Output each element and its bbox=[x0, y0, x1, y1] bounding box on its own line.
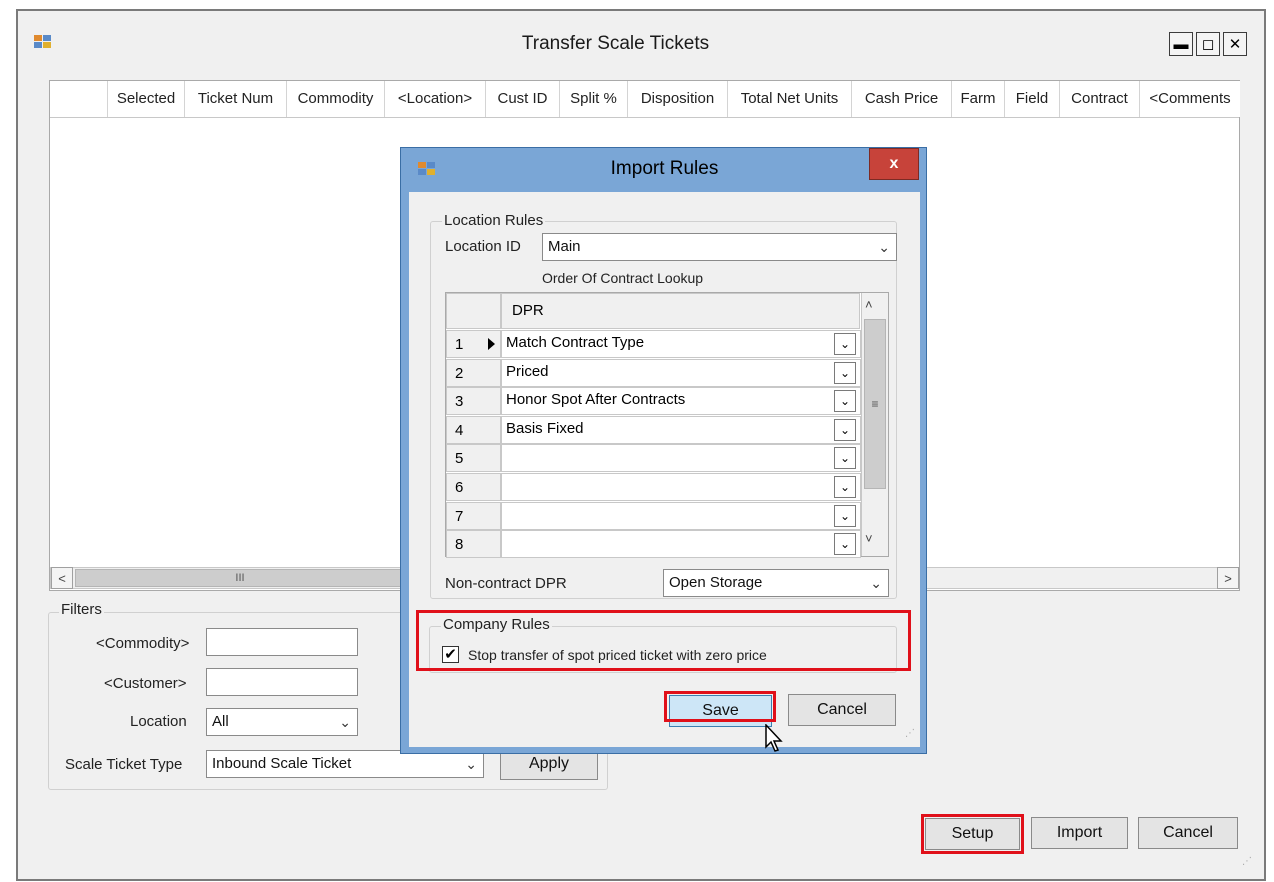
col-farm[interactable]: Farm bbox=[952, 81, 1005, 117]
scroll-down-icon[interactable]: ˅ bbox=[865, 531, 873, 546]
col-commodity[interactable]: Commodity bbox=[287, 81, 385, 117]
chevron-down-icon[interactable]: ⌄ bbox=[834, 447, 856, 470]
dpr-row-cell[interactable]: Priced bbox=[501, 358, 861, 387]
dpr-row-number[interactable]: 7 bbox=[446, 501, 501, 530]
mouse-cursor-icon bbox=[765, 724, 783, 752]
current-row-indicator-icon bbox=[488, 338, 495, 350]
col-field[interactable]: Field bbox=[1005, 81, 1060, 117]
col-cash-price[interactable]: Cash Price bbox=[852, 81, 952, 117]
chevron-down-icon[interactable]: ⌄ bbox=[834, 418, 856, 441]
dpr-row-cell[interactable]: Basis Fixed bbox=[501, 415, 861, 444]
location-select[interactable]: All ⌄ bbox=[206, 708, 358, 736]
col-comments[interactable]: <Comments bbox=[1140, 81, 1240, 117]
commodity-input[interactable] bbox=[206, 628, 358, 656]
maximize-button[interactable]: ◻ bbox=[1196, 32, 1220, 56]
dialog-resize-grip[interactable]: ⋰ bbox=[905, 728, 915, 739]
dpr-row-cell[interactable] bbox=[501, 501, 861, 530]
location-value: All bbox=[212, 713, 229, 730]
dpr-row-value: Basis Fixed bbox=[506, 419, 584, 437]
location-id-select[interactable]: Main ⌄ bbox=[542, 233, 897, 261]
dpr-row-value: Match Contract Type bbox=[506, 334, 645, 351]
dpr-row-number[interactable]: 6 bbox=[446, 473, 501, 501]
col-total-net-units[interactable]: Total Net Units bbox=[728, 81, 852, 117]
dpr-row-cell[interactable] bbox=[501, 530, 861, 559]
location-rules-label: Location Rules bbox=[442, 212, 546, 229]
vertical-scrollbar[interactable]: ˄ ≡ ˅ bbox=[861, 293, 888, 556]
scroll-thumb[interactable]: III bbox=[75, 569, 405, 587]
header-divider bbox=[50, 117, 1239, 118]
ticket-type-label: Scale Ticket Type bbox=[65, 756, 183, 773]
chevron-down-icon[interactable]: ⌄ bbox=[834, 361, 856, 384]
dpr-row-value: Honor Spot After Contracts bbox=[506, 391, 686, 409]
scroll-left-button[interactable]: < bbox=[51, 567, 73, 589]
col-split[interactable]: Split % bbox=[560, 81, 628, 117]
import-button[interactable]: Import bbox=[1031, 817, 1128, 849]
scroll-up-icon[interactable]: ˄ bbox=[865, 297, 873, 312]
dpr-row-number[interactable]: 2 bbox=[446, 358, 501, 387]
chevron-down-icon: ⌄ bbox=[878, 239, 890, 255]
dpr-grid-corner bbox=[446, 293, 501, 329]
col-ticket-num[interactable]: Ticket Num bbox=[185, 81, 287, 117]
vertical-scroll-thumb[interactable]: ≡ bbox=[864, 319, 886, 489]
dpr-header[interactable]: DPR bbox=[501, 293, 860, 329]
chevron-down-icon[interactable]: ⌄ bbox=[834, 333, 856, 355]
dialog-close-button[interactable]: x bbox=[869, 148, 919, 180]
import-rules-dialog: Import Rules x Location Rules Location I… bbox=[400, 147, 927, 754]
close-button[interactable]: ✕ bbox=[1223, 32, 1247, 56]
chevron-down-icon[interactable]: ⌄ bbox=[834, 476, 856, 498]
chevron-down-icon: ⌄ bbox=[339, 714, 351, 730]
company-rules-highlight bbox=[416, 610, 911, 671]
dpr-row-value: Priced bbox=[506, 362, 549, 380]
dpr-row-cell[interactable]: Honor Spot After Contracts bbox=[501, 387, 861, 416]
dialog-title: Import Rules bbox=[610, 158, 719, 179]
cancel-button[interactable]: Cancel bbox=[1138, 817, 1238, 849]
dpr-row-cell[interactable]: Match Contract Type bbox=[501, 330, 861, 358]
window-title: Transfer Scale Tickets bbox=[521, 33, 710, 54]
chevron-down-icon: ⌄ bbox=[870, 575, 882, 591]
resize-grip[interactable]: ⋰ bbox=[1242, 856, 1252, 867]
ticket-type-value: Inbound Scale Ticket bbox=[212, 755, 352, 772]
dpr-grid[interactable]: DPR 1 Match Contract Type ⌄ 2 Priced ⌄ 3 Honor … bbox=[445, 292, 889, 559]
customer-label[interactable]: <Customer> bbox=[104, 675, 187, 692]
scroll-right-button[interactable]: > bbox=[1217, 567, 1239, 589]
dpr-row-number[interactable]: 8 bbox=[446, 530, 501, 559]
col-contract[interactable]: Contract bbox=[1060, 81, 1140, 117]
location-id-value: Main bbox=[548, 238, 581, 255]
non-contract-value: Open Storage bbox=[669, 574, 763, 591]
location-label: Location bbox=[130, 713, 187, 730]
col-disposition[interactable]: Disposition bbox=[628, 81, 728, 117]
dpr-row-number[interactable]: 5 bbox=[446, 444, 501, 473]
location-id-label: Location ID bbox=[445, 238, 521, 255]
minimize-button[interactable]: ▬ bbox=[1169, 32, 1193, 56]
dialog-cancel-button[interactable]: Cancel bbox=[788, 694, 896, 726]
col-cust-id[interactable]: Cust ID bbox=[486, 81, 560, 117]
filters-label: Filters bbox=[59, 601, 104, 618]
dpr-row-cell[interactable] bbox=[501, 444, 861, 473]
col-location[interactable]: <Location> bbox=[385, 81, 486, 117]
ticket-type-select[interactable]: Inbound Scale Ticket ⌄ bbox=[206, 750, 484, 778]
dialog-body: Location Rules Location ID Main ⌄ Order … bbox=[409, 192, 920, 752]
grid-row-header-corner bbox=[50, 81, 108, 117]
chevron-down-icon[interactable]: ⌄ bbox=[834, 390, 856, 413]
dpr-row-number[interactable]: 3 bbox=[446, 387, 501, 416]
non-contract-select[interactable]: Open Storage ⌄ bbox=[663, 569, 889, 597]
col-selected[interactable]: Selected bbox=[108, 81, 185, 117]
non-contract-label: Non-contract DPR bbox=[445, 575, 567, 592]
save-highlight bbox=[664, 691, 776, 722]
customer-input[interactable] bbox=[206, 668, 358, 696]
dpr-row-number[interactable]: 4 bbox=[446, 415, 501, 444]
chevron-down-icon: ⌄ bbox=[465, 756, 477, 772]
dpr-row-cell[interactable] bbox=[501, 473, 861, 501]
chevron-down-icon[interactable]: ⌄ bbox=[834, 533, 856, 556]
chevron-down-icon[interactable]: ⌄ bbox=[834, 504, 856, 527]
setup-highlight bbox=[921, 814, 1024, 854]
commodity-label[interactable]: <Commodity> bbox=[96, 635, 189, 652]
order-lookup-label: Order Of Contract Lookup bbox=[542, 270, 704, 286]
